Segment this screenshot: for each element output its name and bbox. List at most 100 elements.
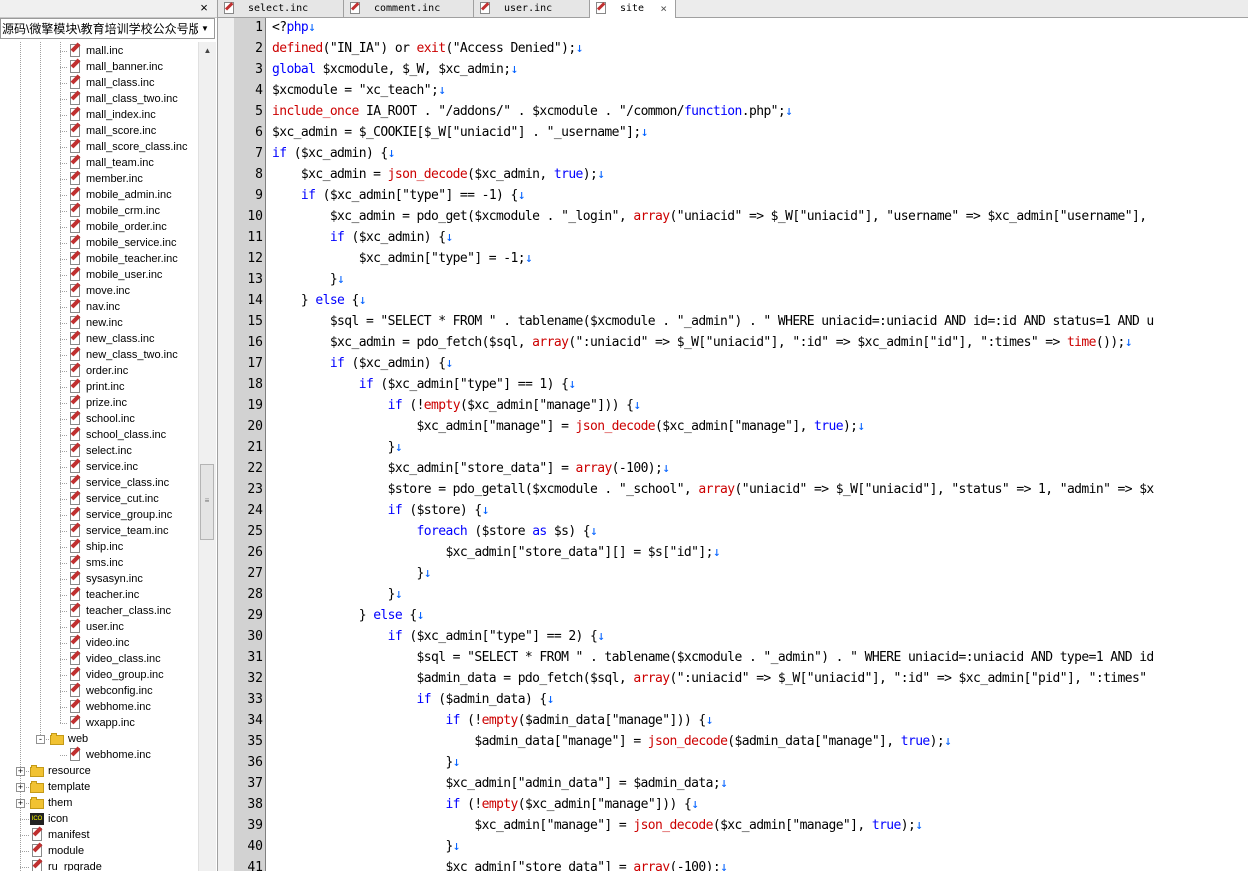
close-panel-button[interactable]: × [197, 0, 211, 16]
tab-user-inc[interactable]: user.inc [474, 0, 590, 17]
code-line[interactable]: <?php↓ [272, 20, 316, 35]
chevron-down-icon[interactable]: ▼ [199, 20, 211, 38]
tree-item[interactable]: print.inc [68, 379, 125, 395]
tree-item[interactable]: them [30, 795, 72, 811]
code-line[interactable]: }↓ [272, 839, 460, 854]
tab-select-inc[interactable]: select.inc [218, 0, 344, 17]
tree-item[interactable]: template [30, 779, 90, 795]
tree-item[interactable]: mobile_admin.inc [68, 187, 172, 203]
tree-item[interactable]: move.inc [68, 283, 130, 299]
tree-item[interactable]: video_group.inc [68, 667, 164, 683]
tree-item[interactable]: new_class_two.inc [68, 347, 178, 363]
tree-item[interactable]: new.inc [68, 315, 123, 331]
code-line[interactable]: include_once IA_ROOT . "/addons/" . $xcm… [272, 104, 793, 119]
tree-item[interactable]: webconfig.inc [68, 683, 153, 699]
tree-item[interactable]: teacher.inc [68, 587, 139, 603]
tree-item[interactable]: mobile_order.inc [68, 219, 167, 235]
tree-item[interactable]: mall_banner.inc [68, 59, 163, 75]
code-line[interactable]: $xc_admin["manage"] = json_decode($xc_ad… [272, 818, 923, 833]
code-line[interactable]: if ($xc_admin) {↓ [272, 356, 454, 371]
tree-item[interactable]: ship.inc [68, 539, 123, 555]
tree-item[interactable]: mall_score.inc [68, 123, 156, 139]
tree-scrollbar[interactable]: ▲ ≡ [198, 42, 216, 871]
code-line[interactable]: $xc_admin["store_data"] = array(-100);↓ [272, 461, 670, 476]
tree-item[interactable]: video.inc [68, 635, 129, 651]
tree-item[interactable]: webhome.inc [68, 699, 151, 715]
tree-item[interactable]: select.inc [68, 443, 132, 459]
tree-item[interactable]: service.inc [68, 459, 138, 475]
code-line[interactable]: foreach ($store as $s) {↓ [272, 524, 598, 539]
code-line[interactable]: $xc_admin["type"] = -1;↓ [272, 251, 533, 266]
tree-item[interactable]: mall_index.inc [68, 107, 156, 123]
tree-item[interactable]: service_group.inc [68, 507, 172, 523]
code-line[interactable]: if ($admin_data) {↓ [272, 692, 555, 707]
code-line[interactable]: }↓ [272, 755, 460, 770]
tree-item[interactable]: mall.inc [68, 43, 123, 59]
code-line[interactable]: $admin_data["manage"] = json_decode($adm… [272, 734, 952, 749]
code-line[interactable]: $xc_admin["store_data"] = array(-100);↓ [272, 860, 727, 871]
code-line[interactable]: }↓ [272, 440, 403, 455]
tree-item[interactable]: nav.inc [68, 299, 120, 315]
tree-item[interactable]: order.inc [68, 363, 128, 379]
tree-item[interactable]: new_class.inc [68, 331, 154, 347]
tree-item[interactable]: school_class.inc [68, 427, 166, 443]
code-line[interactable]: }↓ [272, 272, 345, 287]
tree-item[interactable]: module [30, 843, 84, 859]
code-line[interactable]: global $xcmodule, $_W, $xc_admin;↓ [272, 62, 518, 77]
scroll-up-arrow-icon[interactable]: ▲ [199, 42, 216, 59]
code-line[interactable]: $xc_admin = json_decode($xc_admin, true)… [272, 167, 605, 182]
code-line[interactable]: $xc_admin = pdo_fetch($sql, array(":unia… [272, 335, 1133, 350]
code-line[interactable]: $xc_admin = $_COOKIE[$_W["uniacid"] . "_… [272, 125, 648, 140]
tree-item[interactable]: webhome.inc [68, 747, 151, 763]
tree-item[interactable]: prize.inc [68, 395, 127, 411]
tree-item[interactable]: video_class.inc [68, 651, 161, 667]
expand-icon[interactable]: + [16, 799, 25, 808]
tab-site[interactable]: site × [590, 0, 676, 18]
tree-item[interactable]: mobile_teacher.inc [68, 251, 178, 267]
tree-item[interactable]: icon [30, 811, 68, 827]
tree-item[interactable]: mall_team.inc [68, 155, 154, 171]
tree-item[interactable]: user.inc [68, 619, 124, 635]
tree-item[interactable]: mobile_service.inc [68, 235, 176, 251]
expand-icon[interactable]: + [16, 783, 25, 792]
code-line[interactable]: } else {↓ [272, 293, 367, 308]
code-line[interactable]: } else {↓ [272, 608, 425, 623]
code-line[interactable]: if (!empty($xc_admin["manage"])) {↓ [272, 797, 699, 812]
scrollbar-thumb[interactable]: ≡ [200, 464, 214, 540]
code-line[interactable]: $xc_admin["store_data"][] = $s["id"];↓ [272, 545, 720, 560]
tree-item[interactable]: service_class.inc [68, 475, 169, 491]
code-line[interactable]: if ($xc_admin) {↓ [272, 230, 454, 245]
code-line[interactable]: $sql = "SELECT * FROM " . tablename($xcm… [272, 314, 1154, 329]
code-line[interactable]: if ($xc_admin["type"] == 2) {↓ [272, 629, 605, 644]
code-line[interactable]: if ($xc_admin["type"] == 1) {↓ [272, 377, 576, 392]
code-line[interactable]: $xc_admin = pdo_get($xcmodule . "_login"… [272, 209, 1147, 224]
expand-icon[interactable]: + [16, 767, 25, 776]
code-line[interactable]: if ($xc_admin) {↓ [272, 146, 396, 161]
tree-item[interactable]: mobile_user.inc [68, 267, 162, 283]
tree-item[interactable]: member.inc [68, 171, 143, 187]
tree-item[interactable]: sms.inc [68, 555, 123, 571]
tab-comment-inc[interactable]: comment.inc [344, 0, 474, 17]
tree-item[interactable]: manifest [30, 827, 90, 843]
tree-item[interactable]: ru_rpgrade [30, 859, 102, 871]
code-line[interactable]: $xc_admin["manage"] = json_decode($xc_ad… [272, 419, 866, 434]
tree-item[interactable]: mall_score_class.inc [68, 139, 187, 155]
code-line[interactable]: defined("IN_IA") or exit("Access Denied"… [272, 41, 583, 56]
tree-item[interactable]: mall_class_two.inc [68, 91, 178, 107]
tree-item[interactable]: service_team.inc [68, 523, 169, 539]
folder-path-dropdown[interactable]: 源码\微擎模块\教育培训学校公众号版 ▼ [0, 18, 215, 39]
tree-item[interactable]: school.inc [68, 411, 135, 427]
tree-item[interactable]: service_cut.inc [68, 491, 159, 507]
tree-item[interactable]: sysasyn.inc [68, 571, 143, 587]
code-line[interactable]: $sql = "SELECT * FROM " . tablename($xcm… [272, 650, 1155, 665]
code-line[interactable]: $admin_data = pdo_fetch($sql, array(":un… [272, 671, 1148, 686]
code-area[interactable]: <?php↓ defined("IN_IA") or exit("Access D… [272, 18, 1248, 871]
code-line[interactable]: }↓ [272, 566, 432, 581]
code-line[interactable]: $xcmodule = "xc_teach";↓ [272, 83, 446, 98]
tree-item[interactable]: mobile_crm.inc [68, 203, 160, 219]
code-line[interactable]: if (!empty($xc_admin["manage"])) {↓ [272, 398, 642, 413]
tree-item[interactable]: teacher_class.inc [68, 603, 171, 619]
code-line[interactable]: }↓ [272, 587, 403, 602]
tree-item[interactable]: mall_class.inc [68, 75, 154, 91]
tree-item[interactable]: web [50, 731, 88, 747]
